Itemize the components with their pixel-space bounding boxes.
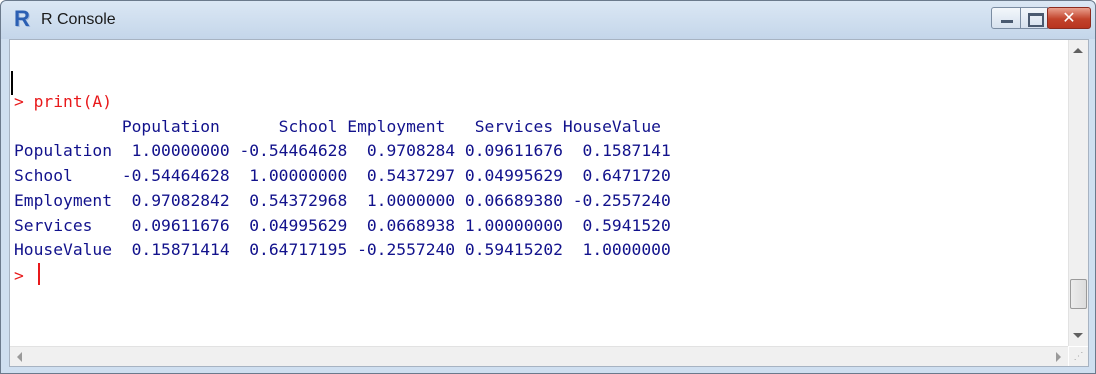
command-line: > print(A): [14, 92, 112, 111]
close-button[interactable]: ✕: [1047, 7, 1091, 29]
console-text: > print(A) Population School Employment …: [14, 90, 671, 289]
scroll-left-icon[interactable]: [17, 352, 22, 362]
minimize-button[interactable]: [991, 7, 1021, 29]
command-text: print(A): [33, 92, 113, 111]
resize-grip-icon[interactable]: ⋰: [1069, 347, 1088, 366]
input-line[interactable]: >: [14, 262, 40, 285]
r-logo-icon: R: [14, 6, 30, 31]
output-line: Population School Employment Services Ho…: [14, 116, 661, 136]
horizontal-scrollbar[interactable]: [10, 346, 1068, 366]
output-line: School -0.54464628 1.00000000 0.5437297 …: [14, 166, 671, 186]
minimize-icon: [1001, 20, 1013, 23]
output-line: Population 1.00000000 -0.54464628 0.9708…: [14, 141, 671, 161]
maximize-button[interactable]: [1020, 7, 1048, 29]
vertical-scrollbar[interactable]: [1068, 40, 1088, 346]
scroll-right-icon[interactable]: [1056, 352, 1061, 362]
maximize-icon: [1028, 13, 1044, 27]
input-cursor: [37, 262, 40, 285]
window-title: R Console: [41, 11, 116, 28]
title-bar[interactable]: R R Console ✕: [1, 1, 1095, 39]
output-line: Employment 0.97082842 0.54372968 1.00000…: [14, 190, 671, 210]
output-line: HouseValue 0.15871414 0.64717195 -0.2557…: [14, 240, 671, 260]
output-line: Services 0.09611676 0.04995629 0.0668938…: [14, 215, 671, 235]
scroll-down-icon[interactable]: [1073, 333, 1083, 338]
scroll-up-icon[interactable]: [1073, 48, 1083, 53]
r-console-window: R R Console ✕ > print(A) Population Scho…: [0, 0, 1096, 374]
console-client-area: > print(A) Population School Employment …: [9, 39, 1089, 367]
vertical-scroll-thumb[interactable]: [1070, 279, 1087, 309]
prompt: >: [14, 92, 34, 111]
current-prompt: >: [14, 265, 34, 285]
close-icon: ✕: [1062, 8, 1076, 27]
console-output-area[interactable]: > print(A) Population School Employment …: [10, 40, 1068, 346]
text-caret: [11, 71, 13, 95]
